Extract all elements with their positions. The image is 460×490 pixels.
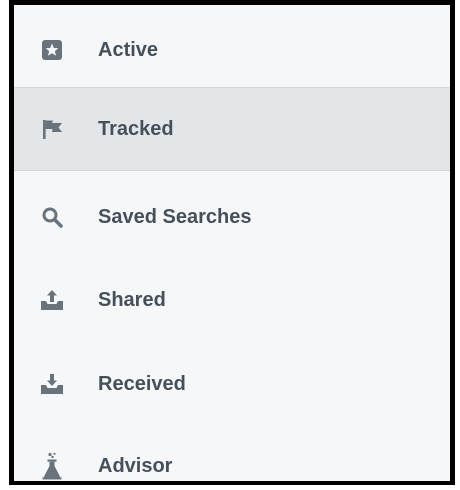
sidebar-item-label: Tracked [98,117,174,140]
upload-tray-icon [40,288,64,312]
flag-icon [40,117,64,141]
sidebar-item-label: Saved Searches [98,205,252,228]
sidebar-item-label: Advisor [98,454,173,477]
sidebar-item-saved-searches[interactable]: Saved Searches [14,175,450,259]
sidebar-item-advisor[interactable]: Advisor [14,424,450,481]
star-box-icon [40,38,64,62]
sidebar-item-received[interactable]: Received [14,342,450,426]
sidebar-item-shared[interactable]: Shared [14,258,450,342]
sidebar-item-active[interactable]: Active [14,8,450,92]
flask-icon [40,452,64,480]
sidebar-item-label: Active [98,38,159,61]
sidebar-item-tracked[interactable]: Tracked [14,87,450,171]
sidebar-panel: Active Tracked Saved Searches Shared Rec… [9,0,455,485]
download-tray-icon [40,372,64,396]
sidebar-item-label: Shared [98,288,166,311]
search-icon [40,205,64,229]
sidebar-item-label: Received [98,372,186,395]
